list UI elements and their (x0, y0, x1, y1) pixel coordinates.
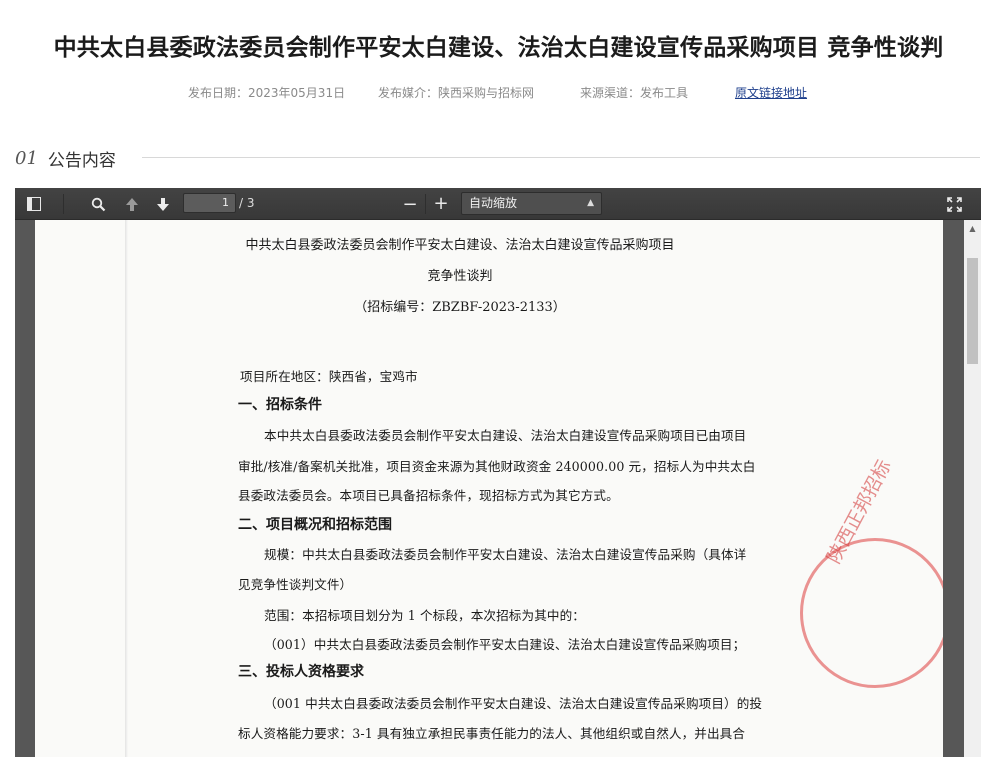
page-number-input[interactable]: 1 (183, 193, 236, 213)
doc-p2-line2: 见竞争性谈判文件） (238, 577, 353, 592)
zoom-out-button[interactable]: − (401, 194, 419, 215)
scroll-thumb[interactable] (967, 258, 978, 364)
zoom-value: 自动缩放 (469, 196, 518, 210)
section-number: 01 (15, 147, 38, 169)
doc-title-line2: 竞争性谈判 (427, 269, 493, 284)
doc-title-line1: 中共太白县委政法委员会制作平安太白建设、法治太白建设宣传品采购项目 (245, 238, 675, 253)
official-seal (800, 538, 943, 688)
doc-heading-1: 一、招标条件 (238, 397, 322, 413)
doc-bid-number: （招标编号：ZBZBF-2023-2133） (354, 300, 566, 315)
pdf-page: 中共太白县委政法委员会制作平安太白建设、法治太白建设宣传品采购项目 竞争性谈判 … (35, 220, 943, 757)
page-title: 中共太白县委政法委员会制作平安太白建设、法治太白建设宣传品采购项目 竞争性谈判 (53, 35, 944, 61)
meta-bar: 发布日期：2023年05月31日 发布媒介：陕西采购与招标网 来源渠道：发布工具… (0, 84, 997, 100)
publish-media: 发布媒介：陕西采购与招标网 (378, 86, 535, 100)
doc-p1-line3: 县委政法委员会。本项目已具备招标条件，现招标方式为其它方式。 (238, 488, 619, 503)
source-channel: 来源渠道：发布工具 (580, 86, 689, 100)
pdf-toolbar: 1 / 3 − + 自动缩放 ▲ (15, 188, 981, 220)
zoom-in-button[interactable]: + (432, 193, 450, 214)
scroll-up-icon[interactable]: ▲ (964, 220, 981, 237)
pdf-viewer: 1 / 3 − + 自动缩放 ▲ 中共太白县委政法委员会制作平安太白建设、法治太… (15, 188, 981, 757)
page-total: / 3 (239, 196, 255, 210)
toolbar-separator (63, 194, 64, 214)
chevron-updown-icon: ▲ (587, 198, 594, 208)
publish-date: 发布日期：2023年05月31日 (188, 86, 346, 100)
doc-p1-line2: 审批/核准/备案机关批准，项目资金来源为其他财政资金 240000.00 元，招… (238, 459, 756, 474)
doc-p2-line1: 规模：中共太白县委政法委员会制作平安太白建设、法治太白建设宣传品采购（具体详 (264, 547, 747, 562)
section-title: 公告内容 (47, 150, 116, 171)
fullscreen-icon[interactable] (945, 195, 963, 213)
doc-p2-line3: 范围：本招标项目划分为 1 个标段，本次招标为其中的： (264, 608, 585, 623)
doc-p3-line1: （001 中共太白县委政法委员会制作平安太白建设、法治太白建设宣传品采购项目）的… (264, 696, 763, 711)
doc-p1-line1: 本中共太白县委政法委员会制作平安太白建设、法治太白建设宣传品采购项目已由项目 (264, 428, 747, 443)
doc-heading-3: 三、投标人资格要求 (238, 664, 364, 680)
search-icon[interactable] (89, 195, 107, 213)
doc-heading-2: 二、项目概况和招标范围 (238, 517, 392, 533)
doc-p3-line2: 标人资格能力要求：3-1 具有独立承担民事责任能力的法人、其他组织或自然人，并出… (238, 726, 746, 741)
arrow-up-icon[interactable] (123, 195, 141, 213)
doc-location: 项目所在地区：陕西省，宝鸡市 (240, 369, 418, 384)
section-header: 01 公告内容 (15, 146, 116, 171)
toolbar-separator (425, 194, 426, 214)
sidebar-toggle-icon[interactable] (25, 195, 43, 213)
zoom-select[interactable]: 自动缩放 ▲ (461, 192, 602, 215)
original-link[interactable]: 原文链接地址 (735, 84, 807, 101)
doc-p2-line4: （001）中共太白县委政法委员会制作平安太白建设、法治太白建设宣传品采购项目； (264, 637, 746, 652)
section-divider (142, 157, 980, 158)
arrow-down-icon[interactable] (154, 195, 172, 213)
vertical-scrollbar[interactable]: ▲ (964, 220, 981, 757)
